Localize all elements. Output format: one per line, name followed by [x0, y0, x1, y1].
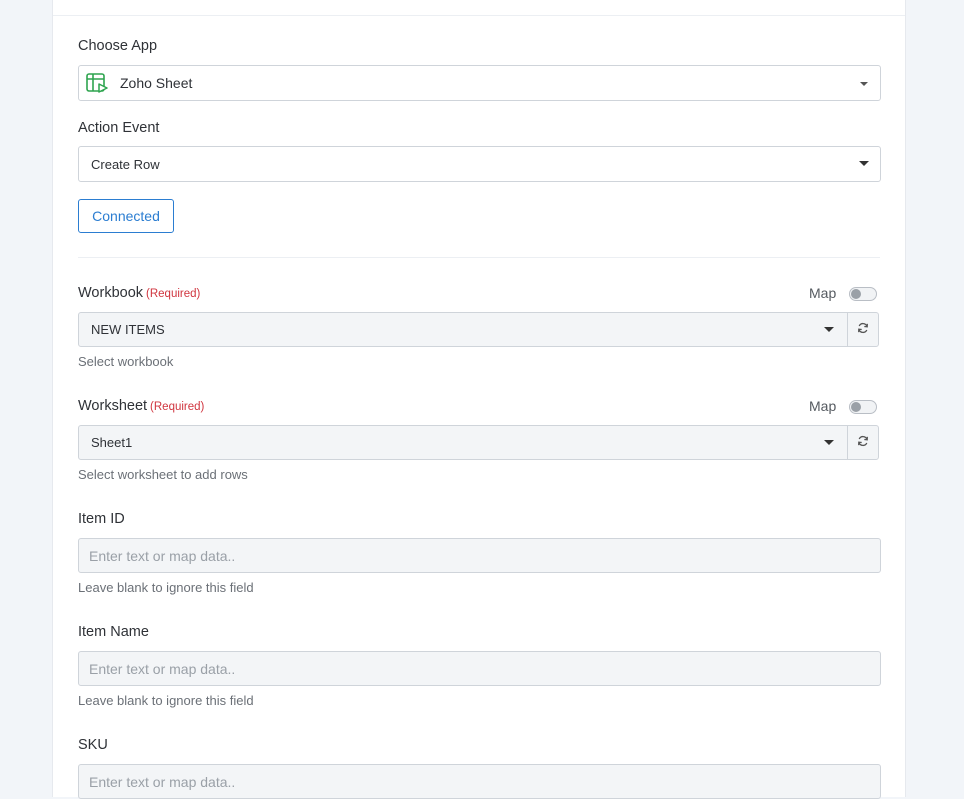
workbook-map-toggle[interactable] [849, 287, 877, 301]
action-config-panel: Choose App Zoho Sheet Action Event Creat… [52, 0, 906, 799]
workbook-label-text: Workbook [78, 285, 144, 301]
sku-input[interactable] [78, 764, 881, 799]
refresh-icon [857, 434, 869, 452]
workbook-label: Workbook (Required) [78, 285, 200, 301]
chevron-down-icon [824, 327, 834, 332]
workbook-select[interactable]: NEW ITEMS [78, 312, 848, 347]
action-event-select[interactable]: Create Row [78, 146, 881, 182]
worksheet-hint: Select worksheet to add rows [78, 467, 248, 482]
choose-app-select[interactable]: Zoho Sheet [78, 65, 881, 101]
refresh-icon [857, 321, 869, 339]
worksheet-refresh-button[interactable] [847, 425, 879, 460]
chevron-down-icon [860, 82, 868, 86]
item-name-hint: Leave blank to ignore this field [78, 693, 254, 708]
worksheet-select[interactable]: Sheet1 [78, 425, 848, 460]
connected-button[interactable]: Connected [78, 199, 174, 233]
worksheet-label-text: Worksheet [78, 398, 148, 414]
choose-app-value: Zoho Sheet [120, 75, 193, 91]
worksheet-label: Worksheet (Required) [78, 398, 204, 414]
worksheet-map-label: Map [809, 398, 837, 414]
section-divider [78, 257, 880, 258]
top-divider [53, 15, 905, 16]
worksheet-value: Sheet1 [91, 435, 133, 450]
workbook-value: NEW ITEMS [91, 322, 165, 337]
item-name-label: Item Name [78, 624, 149, 640]
workbook-hint: Select workbook [78, 354, 174, 369]
workbook-map-label: Map [809, 285, 837, 301]
item-id-hint: Leave blank to ignore this field [78, 580, 254, 595]
worksheet-map-toggle[interactable] [849, 400, 877, 414]
choose-app-label: Choose App [78, 38, 158, 54]
required-marker: (Required) [150, 401, 205, 413]
required-marker: (Required) [146, 288, 201, 300]
chevron-down-icon [859, 161, 869, 166]
item-name-input[interactable] [78, 651, 881, 686]
sku-label: SKU [78, 737, 108, 753]
chevron-down-icon [824, 440, 834, 445]
workbook-refresh-button[interactable] [847, 312, 879, 347]
item-id-label: Item ID [78, 511, 125, 527]
item-id-input[interactable] [78, 538, 881, 573]
zoho-sheet-icon [85, 71, 109, 95]
action-event-value: Create Row [91, 156, 160, 172]
action-event-label: Action Event [78, 120, 160, 136]
